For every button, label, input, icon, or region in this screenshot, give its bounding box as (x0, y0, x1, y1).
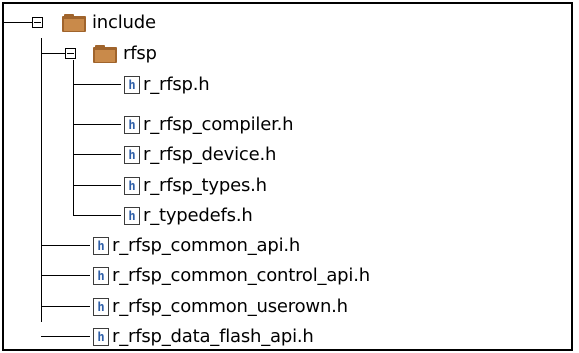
tree-node-label: r_rfsp_compiler.h (143, 114, 294, 135)
tree-node-file[interactable]: h r_rfsp_types.h (124, 170, 267, 201)
header-file-icon: h (124, 176, 140, 195)
tree-node-label: r_rfsp_common_api.h (112, 235, 301, 256)
tree-connector (41, 275, 90, 276)
header-file-icon: h (93, 266, 109, 285)
tree-connector (73, 124, 121, 125)
collapse-toggle-include[interactable] (32, 17, 43, 28)
tree-node-label: r_rfsp_common_userown.h (112, 296, 348, 317)
tree-node-file[interactable]: h r_rfsp_compiler.h (124, 109, 294, 140)
tree-node-label: r_rfsp_data_flash_api.h (112, 326, 314, 347)
tree-connector (41, 38, 42, 322)
tree-node-label: r_rfsp_device.h (143, 144, 277, 165)
tree-node-file[interactable]: h r_typedefs.h (124, 200, 253, 231)
tree-connector (4, 22, 32, 23)
tree-connector (73, 215, 121, 216)
tree-node-file[interactable]: h r_rfsp_common_api.h (93, 230, 300, 261)
tree-node-file[interactable]: h r_rfsp_common_userown.h (93, 291, 348, 322)
tree-node-label: r_rfsp.h (143, 74, 210, 95)
tree-node-label: rfsp (123, 43, 157, 64)
header-file-icon: h (124, 206, 140, 225)
header-file-icon: h (124, 75, 140, 94)
tree-node-label: r_typedefs.h (143, 205, 253, 226)
tree-connector (41, 336, 90, 337)
tree-connector (41, 306, 90, 307)
header-file-icon: h (124, 145, 140, 164)
tree-node-label: r_rfsp_common_control_api.h (112, 265, 370, 286)
tree-connector (41, 245, 90, 246)
tree-connector (73, 84, 121, 85)
tree-connector (41, 53, 65, 54)
tree-connector (73, 154, 121, 155)
folder-icon (62, 13, 88, 32)
tree-node-file[interactable]: h r_rfsp_device.h (124, 139, 276, 170)
tree-node-file[interactable]: h r_rfsp.h (124, 69, 210, 100)
collapse-toggle-rfsp[interactable] (65, 48, 76, 59)
header-file-icon: h (93, 327, 109, 346)
tree-node-label: r_rfsp_types.h (143, 175, 267, 196)
folder-icon (93, 44, 119, 63)
header-file-icon: h (93, 297, 109, 316)
tree-node-label: include (92, 12, 156, 33)
tree-connector (73, 185, 121, 186)
header-file-icon: h (124, 115, 140, 134)
file-tree: include rfsp h r_rfsp.h h r_rfsp_compile… (0, 0, 579, 353)
tree-node-include[interactable]: include (62, 7, 156, 38)
tree-node-rfsp[interactable]: rfsp (93, 38, 157, 69)
header-file-icon: h (93, 236, 109, 255)
tree-node-file[interactable]: h r_rfsp_common_control_api.h (93, 260, 370, 291)
tree-node-file[interactable]: h r_rfsp_data_flash_api.h (93, 321, 314, 352)
